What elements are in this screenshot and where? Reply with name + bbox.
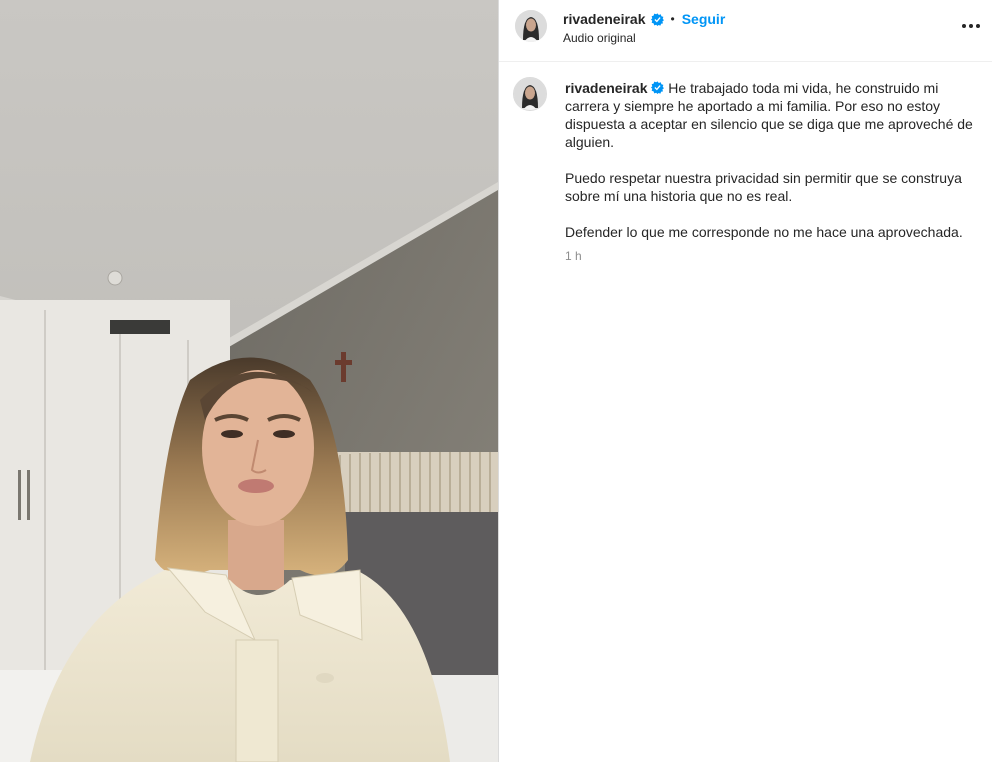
video-still-image: [0, 0, 498, 762]
verified-badge-icon: [650, 12, 664, 26]
more-options-icon[interactable]: [957, 14, 985, 38]
post-side-panel: rivadeneirak • Seguir Audio original riv…: [498, 0, 992, 762]
caption-author-avatar[interactable]: [513, 77, 547, 111]
author-username[interactable]: rivadeneirak: [563, 11, 646, 27]
post-header: rivadeneirak • Seguir Audio original: [499, 0, 992, 62]
audio-link[interactable]: Audio original: [563, 31, 636, 45]
caption-paragraph-3: Defender lo que me corresponde no me hac…: [565, 224, 963, 240]
author-avatar[interactable]: [515, 10, 547, 42]
caption-username[interactable]: rivadeneirak: [565, 80, 648, 96]
post-caption: rivadeneirak He trabajado toda mi vida, …: [565, 79, 977, 259]
video-frame[interactable]: [0, 0, 498, 762]
post-timestamp[interactable]: 1 h: [565, 249, 582, 263]
separator-dot: •: [670, 12, 675, 26]
verified-badge-icon: [651, 80, 665, 94]
caption-paragraph-2: Puedo respetar nuestra privacidad sin pe…: [565, 170, 962, 204]
follow-button[interactable]: Seguir: [682, 11, 726, 27]
